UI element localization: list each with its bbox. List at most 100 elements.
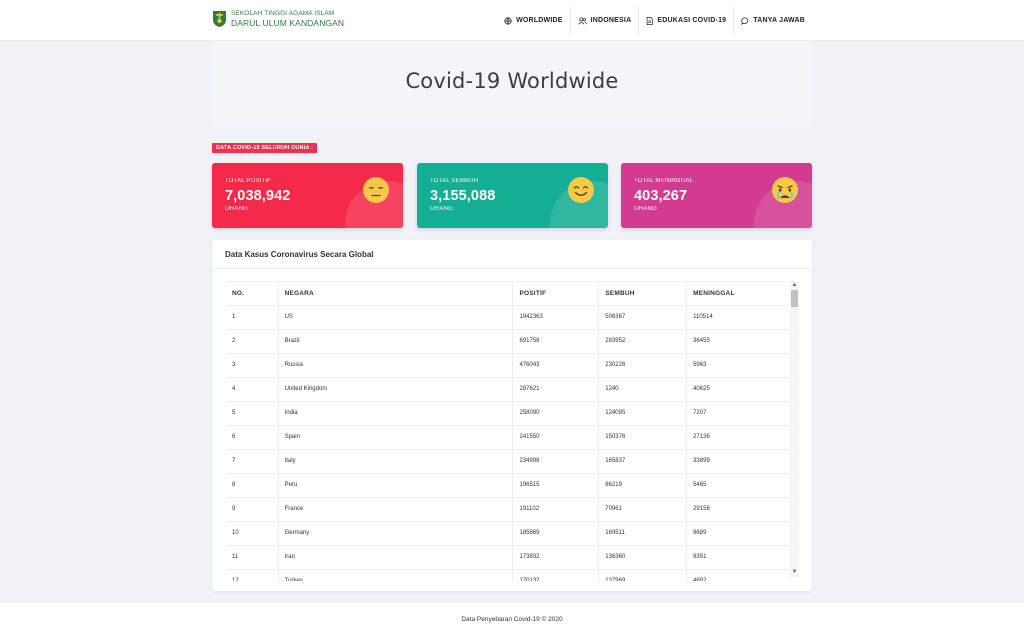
- table-row: 10 Germany 185869 169511 8689: [226, 521, 800, 546]
- card-unit: ORANG: [225, 206, 249, 212]
- cell-negara: Brazil: [278, 329, 514, 354]
- table-row: 5 India 258090 124095 7207: [226, 401, 800, 426]
- sad-face-icon: [363, 177, 389, 203]
- hero-banner: Covid-19 Worldwide: [212, 41, 812, 123]
- table-row: 9 France 191102 70961 29158: [226, 497, 800, 522]
- section-badge: DATA COVID-19 SELURUH DUNIA :: [212, 143, 318, 153]
- cell-no: 1: [226, 305, 279, 330]
- table-scroll-area[interactable]: NO. NEGARA POSITIF SEMBUH MENINGGAL 1 US 1…: [226, 281, 800, 581]
- page-title: Covid-19 Worldwide: [405, 69, 619, 93]
- cell-negara: Peru: [278, 473, 514, 498]
- navbar: SEKOLAH TINGGI AGAMA ISLAM DARUL ULUM KA…: [0, 0, 1024, 41]
- cell-sembuh: 165837: [598, 449, 688, 474]
- card-total-sembuh: TOTAL SEMBUH 3,155,088 ORANG: [417, 163, 608, 228]
- table-row: 8 Peru 196515 86219 5465: [226, 473, 800, 498]
- cell-positif: 691758: [512, 329, 600, 354]
- footer: Data Penyebaran Covid-19 © 2020: [0, 603, 1024, 637]
- table-row: 12 Turkey 170132 137969 4692: [226, 569, 800, 581]
- cell-no: 3: [226, 353, 279, 378]
- cell-positif: 196515: [512, 473, 600, 498]
- cell-meninggal: 27136: [686, 425, 800, 450]
- cell-no: 4: [226, 377, 279, 402]
- brand-line1: SEKOLAH TINGGI AGAMA ISLAM: [231, 10, 335, 17]
- cell-sembuh: 150376: [598, 425, 688, 450]
- cell-positif: 476043: [512, 353, 600, 378]
- card-total-positif: TOTAL POSITIF 7,038,942 ORANG: [212, 163, 403, 228]
- card-value: 403,267: [634, 188, 688, 204]
- nav-item-edukasi[interactable]: EDUKASI COVID-19: [638, 6, 733, 35]
- nav-label: EDUKASI COVID-19: [657, 17, 727, 24]
- scroll-up-arrow-icon[interactable]: ▲: [790, 281, 799, 290]
- table-body: 1 US 1942363 506367 110514 2 Brazil 691758 28395…: [226, 305, 800, 581]
- cell-positif: 173832: [512, 545, 600, 570]
- cell-positif: 234998: [512, 449, 600, 474]
- header-positif: POSITIF: [512, 282, 600, 306]
- cell-meninggal: 40625: [686, 377, 800, 402]
- cell-sembuh: 169511: [598, 521, 688, 546]
- cell-no: 6: [226, 425, 279, 450]
- cell-sembuh: 283952: [598, 329, 688, 354]
- cell-sembuh: 230226: [598, 353, 688, 378]
- campus-logo-icon: [213, 11, 226, 27]
- card-unit: ORANG: [430, 206, 454, 212]
- cell-meninggal: 4692: [686, 569, 800, 581]
- cell-negara: United Kingdom: [278, 377, 514, 402]
- cell-meninggal: 5465: [686, 473, 800, 498]
- cell-sembuh: 506367: [598, 305, 688, 330]
- scroll-down-arrow-icon[interactable]: ▼: [790, 568, 799, 577]
- cell-negara: US: [278, 305, 514, 330]
- table-row: 11 Iran 173832 136360 8351: [226, 545, 800, 570]
- cell-negara: Russia: [278, 353, 514, 378]
- table-row: 2 Brazil 691758 283952 36455: [226, 329, 800, 354]
- cell-sembuh: 137969: [598, 569, 688, 581]
- card-total-meninggal: TOTAL MENINGGAL 403,267 ORANG: [621, 163, 812, 228]
- cell-sembuh: 136360: [598, 545, 688, 570]
- cell-no: 5: [226, 401, 279, 426]
- cell-meninggal: 36455: [686, 329, 800, 354]
- cell-positif: 241550: [512, 425, 600, 450]
- table-scrollbar[interactable]: ▲ ▼: [790, 281, 799, 577]
- cell-meninggal: 5963: [686, 353, 800, 378]
- panel-title: Data Kasus Coronavirus Secara Global: [212, 240, 812, 269]
- cell-negara: Italy: [278, 449, 514, 474]
- card-value: 3,155,088: [430, 188, 496, 204]
- cell-positif: 170132: [512, 569, 600, 581]
- cases-table: NO. NEGARA POSITIF SEMBUH MENINGGAL 1 US 1…: [226, 282, 800, 581]
- cell-positif: 185869: [512, 521, 600, 546]
- cell-no: 2: [226, 329, 279, 354]
- document-icon: [647, 16, 653, 25]
- cell-meninggal: 8689: [686, 521, 800, 546]
- cell-positif: 287621: [512, 377, 600, 402]
- main-nav: WORLDWIDE INDONESIA EDUKASI COVID-19 TAN…: [497, 0, 812, 41]
- cell-meninggal: 33899: [686, 449, 800, 474]
- card-unit: ORANG: [634, 206, 658, 212]
- cell-negara: France: [278, 497, 514, 522]
- table-header-row: NO. NEGARA POSITIF SEMBUH MENINGGAL: [226, 282, 800, 306]
- card-value: 7,038,942: [225, 188, 291, 204]
- cell-positif: 191102: [512, 497, 600, 522]
- cell-no: 8: [226, 473, 279, 498]
- nav-item-indonesia[interactable]: INDONESIA: [569, 6, 639, 35]
- cell-negara: India: [278, 401, 514, 426]
- nav-item-worldwide[interactable]: WORLDWIDE: [497, 7, 570, 35]
- cell-negara: Spain: [278, 425, 514, 450]
- cell-no: 9: [226, 497, 279, 522]
- header-meninggal: MENINGGAL: [686, 282, 800, 306]
- cell-positif: 1942363: [512, 305, 600, 330]
- cell-no: 12: [226, 569, 279, 581]
- table-row: 7 Italy 234998 165837 33899: [226, 449, 800, 474]
- nav-label: TANYA JAWAB: [753, 17, 805, 24]
- footer-text: Data Penyebaran Covid-19 © 2020: [461, 616, 563, 623]
- crying-face-icon: [772, 177, 798, 203]
- users-icon: [577, 16, 587, 24]
- brand[interactable]: SEKOLAH TINGGI AGAMA ISLAM DARUL ULUM KA…: [212, 10, 344, 28]
- smile-face-icon: [568, 177, 594, 203]
- nav-item-tanya-jawab[interactable]: TANYA JAWAB: [733, 6, 812, 35]
- chat-icon: [741, 16, 749, 25]
- scroll-thumb[interactable]: [791, 290, 798, 307]
- header-no: NO.: [226, 282, 279, 306]
- cell-meninggal: 110514: [686, 305, 800, 330]
- cell-no: 7: [226, 449, 279, 474]
- cell-meninggal: 29158: [686, 497, 800, 522]
- table-row: 3 Russia 476043 230226 5963: [226, 353, 800, 378]
